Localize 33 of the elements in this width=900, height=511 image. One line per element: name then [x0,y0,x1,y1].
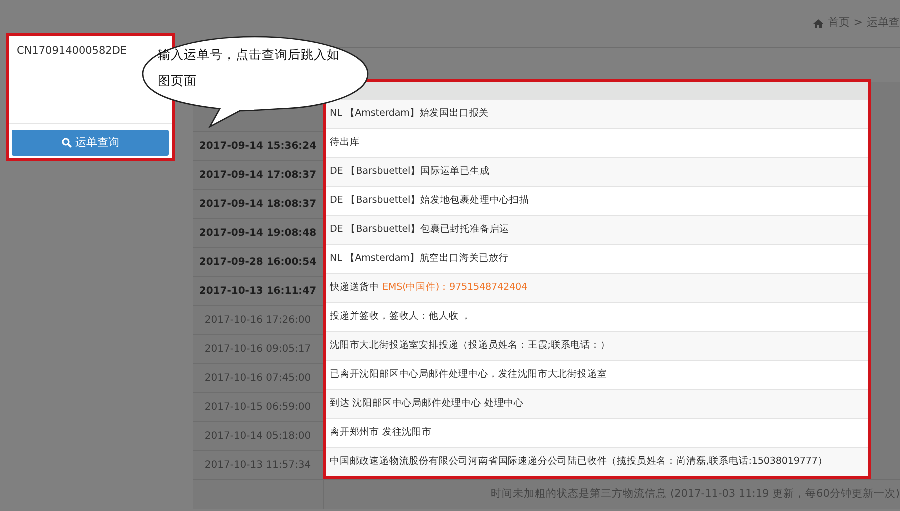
breadcrumb-link[interactable]: 首页 [828,15,850,32]
track-button[interactable]: 运单查询 [12,130,169,156]
event-time: 2017-09-14 17:08:37 [199,168,317,182]
breadcrumb-current: 运单查 [867,15,900,32]
event-time: 2017-10-15 06:59:00 [204,400,312,414]
event-time: 2017-09-14 18:08:37 [199,198,317,212]
event-description: 离开郑州市 发往沈阳市 [330,426,432,440]
event-description: DE 【Barsbuettel】包裹已封托准备启运 [330,222,510,237]
event-time: 2017-10-14 05:18:00 [204,430,312,444]
event-description: DE 【Barsbuettel】国际运单已生成 [330,164,490,179]
event-description: 已离开沈阳邮区中心局邮件处理中心，发往沈阳市大北街投递室 [330,368,608,382]
tracking-number-field[interactable]: CN170914000582DE [9,36,129,76]
event-time: 2017-10-13 11:57:34 [204,458,312,472]
event-description: 投递并签收，签收人：他人收 ， [330,310,472,324]
event-time: 2017-10-16 07:45:00 [204,372,312,386]
event-description: 到达 沈阳邮区中心局邮件处理中心 处理中心 [330,396,524,411]
search-icon [62,138,72,148]
event-time: 2017-10-16 17:26:00 [204,314,312,328]
event-description: NL 【Amsterdam】始发国出口报关 [330,106,490,121]
home-icon [812,18,824,28]
event-time: 2017-09-14 15:36:24 [199,140,317,154]
event-description: DE 【Barsbuettel】始发地包裹处理中心扫描 [330,194,530,208]
event-description: NL 【Amsterdam】航空出口海关已放行 [330,252,509,266]
event-time: 2017-09-28 16:00:54 [199,256,317,270]
event-time: 2017-09-14 19:08:48 [199,226,317,240]
event-time: 2017-10-16 09:05:17 [204,342,312,356]
event-description: 快递送货中 EMS(中国件)：9751548742404 [330,280,528,295]
event-description: 待出库 [330,136,360,150]
event-description: 沈阳市大北街投递室安排投递（投递员姓名：王霞;联系电话：） [330,338,610,353]
event-time: 2017-10-13 16:11:47 [199,284,317,298]
callout-tooltip-text: 输入运单号，点击查询后跳入如图页面 [158,46,341,90]
event-description: 中国邮政速递物流股份有限公司河南省国际速递分公司陆已收件（揽投员姓名：尚清磊,联系电话:15038019777） [330,454,828,469]
breadcrumb-separator: > [854,15,863,32]
